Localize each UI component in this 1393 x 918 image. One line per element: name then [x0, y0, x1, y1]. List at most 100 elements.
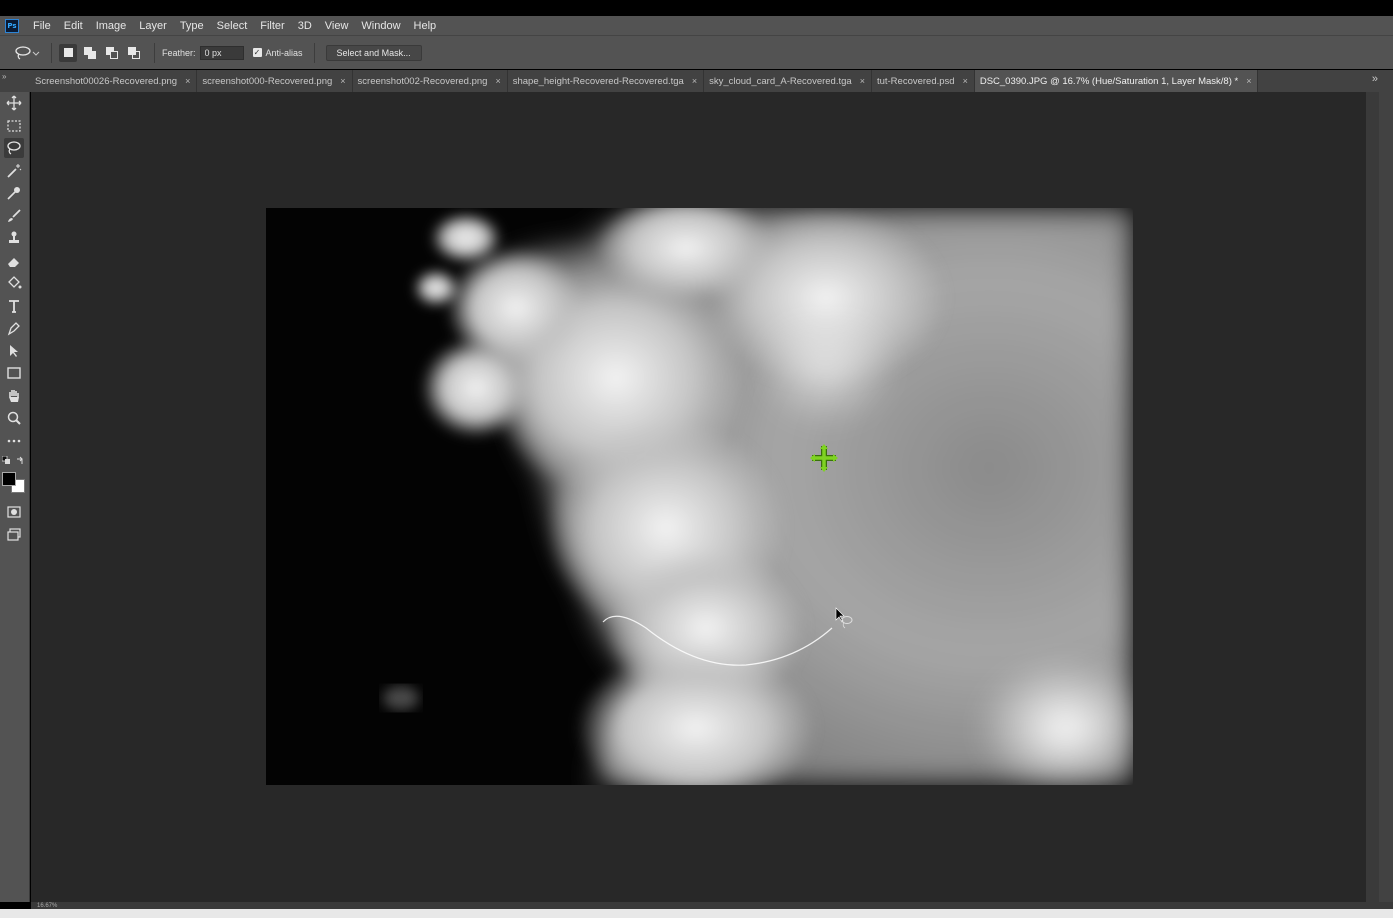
- magic-wand-tool[interactable]: [4, 161, 24, 181]
- divider: [51, 42, 52, 63]
- clone-stamp-icon: [9, 231, 19, 243]
- menu-window[interactable]: Window: [361, 20, 400, 32]
- eraser-tool[interactable]: [4, 251, 24, 271]
- intersect-selection-button[interactable]: [125, 44, 143, 62]
- lasso-icon: [15, 45, 31, 59]
- tab-label: sky_cloud_card_A-Recovered.tga: [709, 75, 852, 87]
- menu-edit[interactable]: Edit: [64, 20, 83, 32]
- menu-filter[interactable]: Filter: [260, 20, 284, 32]
- tab-overflow-icon[interactable]: »: [1372, 73, 1378, 85]
- move-icon: [6, 95, 22, 111]
- add-to-selection-button[interactable]: [81, 44, 99, 62]
- collapse-panels-icon[interactable]: »: [0, 70, 30, 92]
- antialias-label: Anti-alias: [265, 47, 303, 58]
- tab-document[interactable]: screenshot000-Recovered.png ×: [197, 70, 353, 92]
- color-swap-controls[interactable]: [2, 456, 28, 466]
- menu-file[interactable]: File: [33, 20, 51, 32]
- zoom-level[interactable]: 16.67%: [37, 903, 57, 909]
- new-selection-icon: [63, 48, 73, 57]
- tab-document[interactable]: Screenshot00026-Recovered.png ×: [30, 70, 198, 92]
- hand-icon: [9, 390, 19, 402]
- close-icon[interactable]: ×: [495, 76, 500, 86]
- close-icon[interactable]: ×: [860, 76, 865, 86]
- rectangular-marquee-icon: [7, 120, 21, 132]
- feather-input[interactable]: [199, 45, 244, 60]
- collapsed-panel-dock[interactable]: [1379, 92, 1393, 902]
- close-icon[interactable]: ×: [692, 76, 697, 86]
- type-icon: [9, 300, 19, 313]
- tab-document[interactable]: shape_height-Recovered-Recovered.tga ×: [508, 70, 705, 92]
- rectangle-icon: [7, 367, 21, 379]
- menu-select[interactable]: Select: [217, 20, 248, 32]
- add-selection-icon: [84, 46, 96, 59]
- quick-mask-icon: [7, 506, 21, 518]
- quick-mask-button[interactable]: [4, 502, 24, 522]
- checkmark-icon: ✓: [252, 48, 262, 57]
- zoom-tool[interactable]: [4, 408, 24, 428]
- menu-bar: Ps File Edit Image Layer Type Select Fil…: [0, 16, 1393, 35]
- menu-3d[interactable]: 3D: [298, 20, 312, 32]
- close-icon[interactable]: ×: [1246, 76, 1251, 86]
- rectangle-tool[interactable]: [4, 363, 24, 383]
- tab-document[interactable]: sky_cloud_card_A-Recovered.tga ×: [704, 70, 872, 92]
- tab-label: Screenshot00026-Recovered.png: [35, 75, 178, 87]
- magic-wand-icon: [7, 164, 22, 178]
- close-icon[interactable]: ×: [963, 76, 968, 86]
- swap-colors-icon: [17, 456, 23, 464]
- subtract-selection-icon: [106, 46, 118, 59]
- pen-tool[interactable]: [4, 318, 24, 338]
- default-colors-icon: [2, 456, 10, 464]
- tool-preset-picker[interactable]: [14, 45, 40, 60]
- path-selection-icon: [10, 345, 18, 357]
- menu-image[interactable]: Image: [96, 20, 127, 32]
- close-icon[interactable]: ×: [340, 76, 345, 86]
- photoshop-logo: Ps: [5, 18, 19, 33]
- tab-document[interactable]: screenshot002-Recovered.png ×: [353, 70, 508, 92]
- brush-icon: [8, 209, 21, 222]
- status-bar: 16.67%: [31, 902, 1393, 909]
- menu-view[interactable]: View: [325, 20, 349, 32]
- pen-icon: [7, 322, 20, 336]
- cloud-photo: [266, 208, 1133, 785]
- lasso-tool[interactable]: [4, 138, 24, 158]
- menu-help[interactable]: Help: [414, 20, 437, 32]
- more-tools-icon: [7, 439, 21, 443]
- tab-label: screenshot002-Recovered.png: [357, 75, 488, 87]
- taskbar-strip: [0, 909, 1393, 918]
- subtract-from-selection-button[interactable]: [103, 44, 121, 62]
- divider: [154, 42, 155, 63]
- type-tool[interactable]: [4, 296, 24, 316]
- close-icon[interactable]: ×: [185, 76, 190, 86]
- select-and-mask-button[interactable]: Select and Mask...: [325, 44, 422, 61]
- tab-document[interactable]: tut-Recovered.psd ×: [872, 70, 975, 92]
- screen-mode-button[interactable]: [4, 525, 24, 545]
- options-bar: Feather: ✓ Anti-alias Select and Mask...: [0, 35, 1393, 69]
- foreground-color-swatch[interactable]: [2, 472, 16, 486]
- more-tools-button[interactable]: [4, 431, 24, 451]
- document-canvas[interactable]: [266, 208, 1133, 785]
- lasso-icon: [7, 141, 21, 155]
- path-selection-tool[interactable]: [4, 341, 24, 361]
- brush-tool[interactable]: [4, 206, 24, 226]
- new-selection-button[interactable]: [59, 43, 77, 62]
- vertical-scrollbar[interactable]: [1366, 92, 1379, 902]
- window-top-bar: [0, 0, 1393, 16]
- move-tool[interactable]: [4, 93, 24, 113]
- eraser-icon: [8, 258, 19, 267]
- eyedropper-tool[interactable]: [4, 183, 24, 203]
- clone-stamp-tool[interactable]: [4, 228, 24, 248]
- paint-bucket-tool[interactable]: [4, 273, 24, 293]
- antialias-checkbox[interactable]: ✓ Anti-alias: [252, 47, 307, 58]
- paint-bucket-icon: [8, 276, 22, 289]
- document-tab-bar: » Screenshot00026-Recovered.png × screens…: [0, 70, 1393, 92]
- menu-layer[interactable]: Layer: [139, 20, 167, 32]
- tab-label: screenshot000-Recovered.png: [202, 75, 333, 87]
- marquee-tool[interactable]: [4, 116, 24, 136]
- tab-document-active[interactable]: DSC_0390.JPG @ 16.7% (Hue/Saturation 1, …: [974, 70, 1259, 92]
- feather-label: Feather:: [162, 47, 196, 58]
- menu-type[interactable]: Type: [180, 20, 204, 32]
- foreground-background-colors[interactable]: [0, 470, 30, 496]
- divider: [313, 42, 315, 63]
- hand-tool[interactable]: [4, 386, 24, 406]
- chevron-down-icon: [32, 51, 40, 56]
